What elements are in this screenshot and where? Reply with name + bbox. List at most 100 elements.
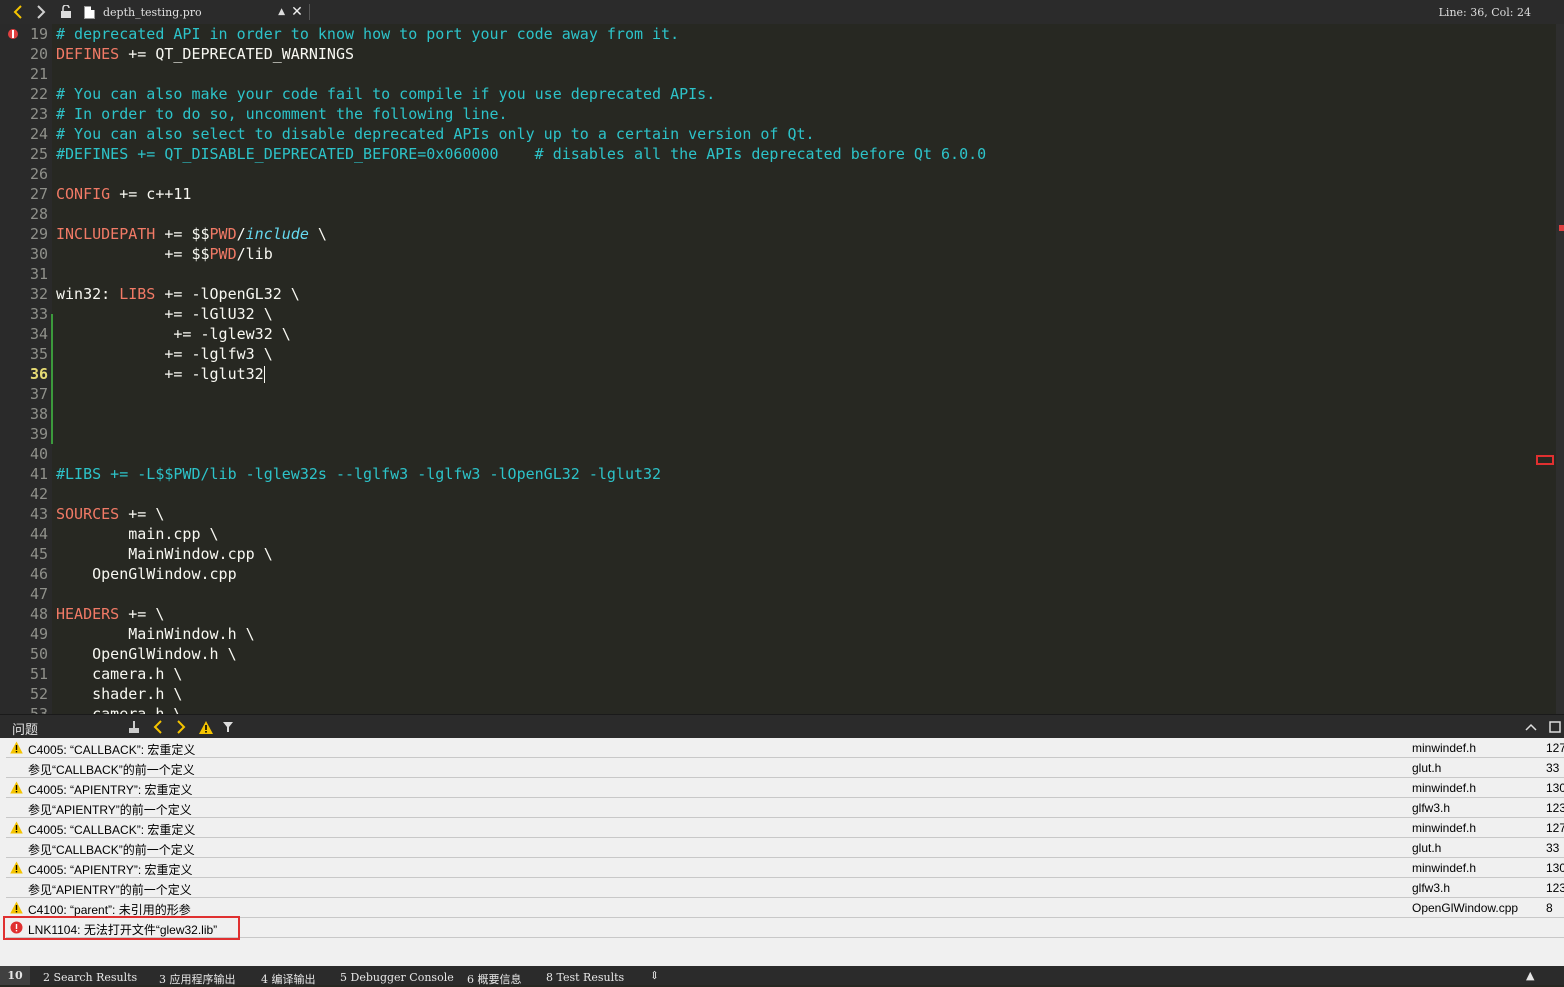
issue-description: 参见“APIENTRY”的前一个定义 xyxy=(28,803,192,817)
code-line[interactable]: # deprecated API in order to know how to… xyxy=(56,24,679,44)
issue-description: 参见“CALLBACK”的前一个定义 xyxy=(28,763,195,777)
code-line[interactable]: MainWindow.h \ xyxy=(56,624,254,644)
issue-line: 123 xyxy=(1546,801,1564,815)
code-line[interactable]: #LIBS += -L$$PWD/lib -lglew32s --lglfw3 … xyxy=(56,464,661,484)
back-button[interactable] xyxy=(8,0,28,24)
prev-issue-button[interactable] xyxy=(150,717,166,737)
code-line[interactable]: CONFIG += c++11 xyxy=(56,184,191,204)
unlock-icon xyxy=(61,5,71,18)
vertical-scrollbar[interactable] xyxy=(1556,24,1564,714)
warning-icon xyxy=(10,861,23,874)
more-tabs-icon[interactable]: ⇕ xyxy=(650,969,659,982)
line-number: 51 xyxy=(29,665,48,683)
line-number: 43 xyxy=(29,505,48,523)
issue-file: glfw3.h xyxy=(1412,801,1451,815)
issue-line: 127 xyxy=(1546,821,1564,835)
line-number: 22 xyxy=(29,85,48,103)
next-issue-button[interactable] xyxy=(173,717,189,737)
code-line[interactable]: += -lGlU32 \ xyxy=(56,304,272,324)
issue-description: C4005: “APIENTRY”: 宏重定义 xyxy=(28,863,193,877)
line-number: 31 xyxy=(29,265,48,283)
dropdown-arrows-icon: ▲ xyxy=(278,7,285,17)
code-line[interactable]: #DEFINES += QT_DISABLE_DEPRECATED_BEFORE… xyxy=(56,144,986,164)
output-tab[interactable]: 2 Search Results xyxy=(43,971,137,984)
filter-button[interactable] xyxy=(220,717,238,737)
issue-row-warning[interactable]: C4005: “CALLBACK”: 宏重定义 minwindef.h 127 xyxy=(6,738,1564,758)
code-line[interactable]: += $$PWD/lib xyxy=(56,244,272,264)
line-number-gutter[interactable]: 19 20 21 22 23 24 25 26 27 28 29 30 31 32 33 34 35 36 37 38… xyxy=(0,24,52,714)
code-line[interactable]: OpenGlWindow.cpp xyxy=(56,564,237,584)
code-line[interactable]: SOURCES += \ xyxy=(56,504,164,524)
code-line[interactable]: shader.h \ xyxy=(56,684,182,704)
line-number: 21 xyxy=(29,65,48,83)
code-line[interactable]: += -lglut32 xyxy=(56,364,265,384)
cursor-position: Line: 36, Col: 24 xyxy=(1438,5,1531,19)
code-line[interactable]: MainWindow.cpp \ xyxy=(56,544,273,564)
warning-icon xyxy=(10,741,23,754)
code-line[interactable]: += -lglew32 \ xyxy=(56,324,290,344)
forward-button[interactable] xyxy=(31,0,51,24)
scrollbar-highlight-marker xyxy=(1536,455,1554,465)
issue-row-note[interactable]: 参见“CALLBACK”的前一个定义 glut.h 33 xyxy=(6,838,1564,858)
line-number: 48 xyxy=(29,605,48,623)
issue-description: C4005: “CALLBACK”: 宏重定义 xyxy=(28,743,196,757)
line-number: 38 xyxy=(29,405,48,423)
issue-row-warning[interactable]: C4100: “parent”: 未引用的形参 OpenGlWindow.cpp 8 xyxy=(6,898,1564,918)
code-line[interactable]: # You can also make your code fail to co… xyxy=(56,84,715,104)
issue-row-warning[interactable]: C4005: “APIENTRY”: 宏重定义 minwindef.h 130 xyxy=(6,778,1564,798)
issue-line: 33 xyxy=(1546,761,1560,775)
issue-description: 参见“APIENTRY”的前一个定义 xyxy=(28,883,192,897)
line-number: 30 xyxy=(29,245,48,263)
triangle-up-icon[interactable]: ▲ xyxy=(1526,969,1534,982)
toolbar-divider xyxy=(309,4,310,20)
issue-row-warning[interactable]: C4005: “CALLBACK”: 宏重定义 minwindef.h 127 xyxy=(6,818,1564,838)
issue-row-note[interactable]: 参见“CALLBACK”的前一个定义 glut.h 33 xyxy=(6,758,1564,778)
issue-file: glut.h xyxy=(1412,761,1442,775)
line-number: 20 xyxy=(29,45,48,63)
code-line[interactable]: OpenGlWindow.h \ xyxy=(56,644,237,664)
close-document-button[interactable]: ✕ xyxy=(289,2,305,22)
issue-row-note[interactable]: 参见“APIENTRY”的前一个定义 glfw3.h 123 xyxy=(6,798,1564,818)
chevron-left-icon xyxy=(153,720,162,734)
issue-description: 参见“CALLBACK”的前一个定义 xyxy=(28,843,195,857)
warning-icon xyxy=(199,720,213,734)
warning-icon xyxy=(10,781,23,794)
code-line[interactable]: INCLUDEPATH += $$PWD/include \ xyxy=(56,224,327,244)
warnings-toggle-button[interactable] xyxy=(197,717,215,737)
code-line[interactable]: HEADERS += \ xyxy=(56,604,164,624)
code-line[interactable]: DEFINES += QT_DEPRECATED_WARNINGS xyxy=(56,44,354,64)
line-number: 42 xyxy=(29,485,48,503)
clean-button[interactable] xyxy=(124,717,144,737)
modification-marker xyxy=(51,314,53,444)
code-line[interactable]: # You can also select to disable depreca… xyxy=(56,124,815,144)
issues-title: 问题 xyxy=(12,723,39,738)
issue-description: C4005: “APIENTRY”: 宏重定义 xyxy=(28,783,193,797)
issue-row-warning[interactable]: C4005: “APIENTRY”: 宏重定义 minwindef.h 130 xyxy=(6,858,1564,878)
issue-row-note[interactable]: 参见“APIENTRY”的前一个定义 glfw3.h 123 xyxy=(6,878,1564,898)
output-tab[interactable]: 8 Test Results xyxy=(546,971,624,984)
code-line[interactable]: main.cpp \ xyxy=(56,524,218,544)
file-icon xyxy=(84,5,95,19)
issue-line: 127 xyxy=(1546,741,1564,755)
code-editor[interactable]: 19 20 21 22 23 24 25 26 27 28 29 30 31 32 33 34 35 36 37 38… xyxy=(0,24,1564,714)
code-line[interactable]: camera.h \ xyxy=(56,664,182,684)
output-tab[interactable]: 5 Debugger Console xyxy=(340,971,454,984)
lock-button[interactable] xyxy=(58,0,74,24)
code-line[interactable]: # In order to do so, uncomment the follo… xyxy=(56,104,508,124)
line-number: 39 xyxy=(29,425,48,443)
line-number: 36 xyxy=(29,365,48,383)
issue-file: minwindef.h xyxy=(1412,741,1477,755)
line-number: 37 xyxy=(29,385,48,403)
output-tab[interactable]: 10 xyxy=(0,966,30,985)
file-selector[interactable]: depth_testing.pro ▲ xyxy=(80,2,285,22)
code-line[interactable]: win32: LIBS += -lOpenGL32 \ xyxy=(56,284,300,304)
code-line[interactable]: camera.h \ xyxy=(56,704,182,714)
window-icon xyxy=(1549,721,1561,733)
scrollbar-error-marker xyxy=(1559,225,1564,231)
line-number: 52 xyxy=(29,685,48,703)
close-pane-button[interactable] xyxy=(1546,717,1564,737)
line-number: 28 xyxy=(29,205,48,223)
maximize-pane-button[interactable] xyxy=(1522,717,1540,737)
code-line[interactable]: += -lglfw3 \ xyxy=(56,344,272,364)
warning-icon xyxy=(10,821,23,834)
